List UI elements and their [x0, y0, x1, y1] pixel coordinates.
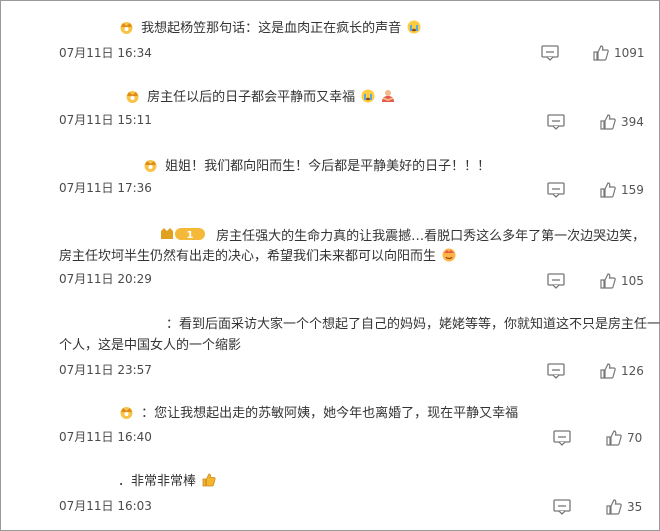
crown-icon: [124, 89, 141, 108]
comment-date: 07月11日 15:11: [59, 113, 152, 127]
thumbs-up-icon: [593, 45, 609, 61]
comment-text: 个人，这是中国女人的一个缩影: [59, 338, 241, 354]
reply-button[interactable]: [553, 499, 571, 515]
reply-button[interactable]: [541, 45, 559, 61]
like-count: 105: [621, 274, 644, 288]
comment-text-line: 房主任强大的生命力真的让我震撼…看脱口秀这么多年了第一次边哭边笑，: [216, 229, 646, 244]
like-button[interactable]: 70: [606, 430, 642, 446]
reply-button[interactable]: [547, 363, 565, 379]
like-count: 126: [621, 364, 644, 378]
comment-bubble-icon: [547, 114, 565, 130]
comment-text-line: 个人，这是中国女人的一个缩影: [59, 338, 242, 353]
like-button[interactable]: 394: [600, 114, 644, 130]
comment-bubble-icon: [541, 45, 559, 61]
reply-button[interactable]: [547, 114, 565, 130]
comment-text: 姐姐！我们都向阳而生！今后都是平静美好的日子！！！: [142, 158, 490, 177]
comment-bubble-icon: [553, 499, 571, 515]
thumbs-up-icon: [600, 273, 616, 289]
thumbs-up-icon: [600, 363, 616, 379]
comment-text-line: 房主任坎坷半生仍然有出走的决心，希望我们未来都可以向阳而生: [59, 249, 437, 264]
comment-date: 07月11日 16:34: [59, 46, 152, 60]
like-count: 1091: [614, 46, 645, 60]
comment-text-line: 我想起杨笠那句话：这是血肉正在疯长的声音: [141, 21, 402, 36]
comment-text-line: 房主任以后的日子都会平静而又幸福: [147, 90, 356, 105]
thumbs-up-emoji-icon: [202, 473, 216, 487]
reply-button[interactable]: [547, 273, 565, 289]
thumbs-up-icon: [600, 182, 616, 198]
comment-text-line: ：看到后面采访大家一个个想起了自己的妈妈，姥姥等等，你就知道这不只是房主任一: [166, 317, 660, 332]
comment-text: 1 房主任强大的生命力真的让我震撼…看脱口秀这么多年了第一次边哭边笑，: [160, 226, 645, 245]
crown-icon: [118, 405, 135, 424]
like-button[interactable]: 105: [600, 273, 644, 289]
hug-person-emoji-icon: [381, 89, 395, 103]
comment-date: 07月11日 16:40: [59, 430, 152, 444]
like-button[interactable]: 1091: [593, 45, 645, 61]
comment-date: 07月11日 17:36: [59, 181, 152, 195]
comment-date: 07月11日 20:29: [59, 272, 152, 286]
comment-text: ：看到后面采访大家一个个想起了自己的妈妈，姥姥等等，你就知道这不只是房主任一: [166, 317, 660, 333]
comment-date: 07月11日 23:57: [59, 363, 152, 377]
svg-text:1: 1: [187, 230, 194, 241]
like-button[interactable]: 35: [606, 499, 642, 515]
comment-text-line: ．非常非常棒: [118, 474, 197, 489]
comment-text: ：您让我想起出走的苏敏阿姨，她今年也离婚了，现在平静又幸福: [118, 405, 518, 424]
like-count: 394: [621, 115, 644, 129]
like-button[interactable]: 126: [600, 363, 644, 379]
comment-text: ．非常非常棒: [118, 473, 216, 490]
comment-bubble-icon: [547, 182, 565, 198]
level-badge: 1: [160, 226, 206, 242]
reply-button[interactable]: [553, 430, 571, 446]
comment-text: 房主任以后的日子都会平静而又幸福: [124, 89, 395, 108]
thumbs-up-icon: [600, 114, 616, 130]
cry-face-emoji-icon: [407, 20, 421, 34]
comment-list-frame: [0, 0, 660, 531]
smile-face-emoji-icon: [442, 248, 456, 262]
like-count: 159: [621, 183, 644, 197]
comment-text-line: 姐姐！我们都向阳而生！今后都是平静美好的日子！！！: [165, 159, 491, 174]
thumbs-up-icon: [606, 430, 622, 446]
like-count: 70: [627, 431, 643, 445]
thumbs-up-icon: [606, 499, 622, 515]
comment-text: 房主任坎坷半生仍然有出走的决心，希望我们未来都可以向阳而生: [59, 248, 456, 265]
comment-bubble-icon: [547, 273, 565, 289]
crown-icon: [118, 20, 135, 39]
comment-text-line: ：您让我想起出走的苏敏阿姨，她今年也离婚了，现在平静又幸福: [141, 406, 519, 421]
comment-bubble-icon: [553, 430, 571, 446]
like-button[interactable]: 159: [600, 182, 644, 198]
crown-icon: [142, 158, 159, 177]
cry-face-emoji-icon: [361, 89, 375, 103]
comment-text: 我想起杨笠那句话：这是血肉正在疯长的声音: [118, 20, 421, 39]
like-count: 35: [627, 500, 643, 514]
comment-date: 07月11日 16:03: [59, 499, 152, 513]
reply-button[interactable]: [547, 182, 565, 198]
comment-bubble-icon: [547, 363, 565, 379]
